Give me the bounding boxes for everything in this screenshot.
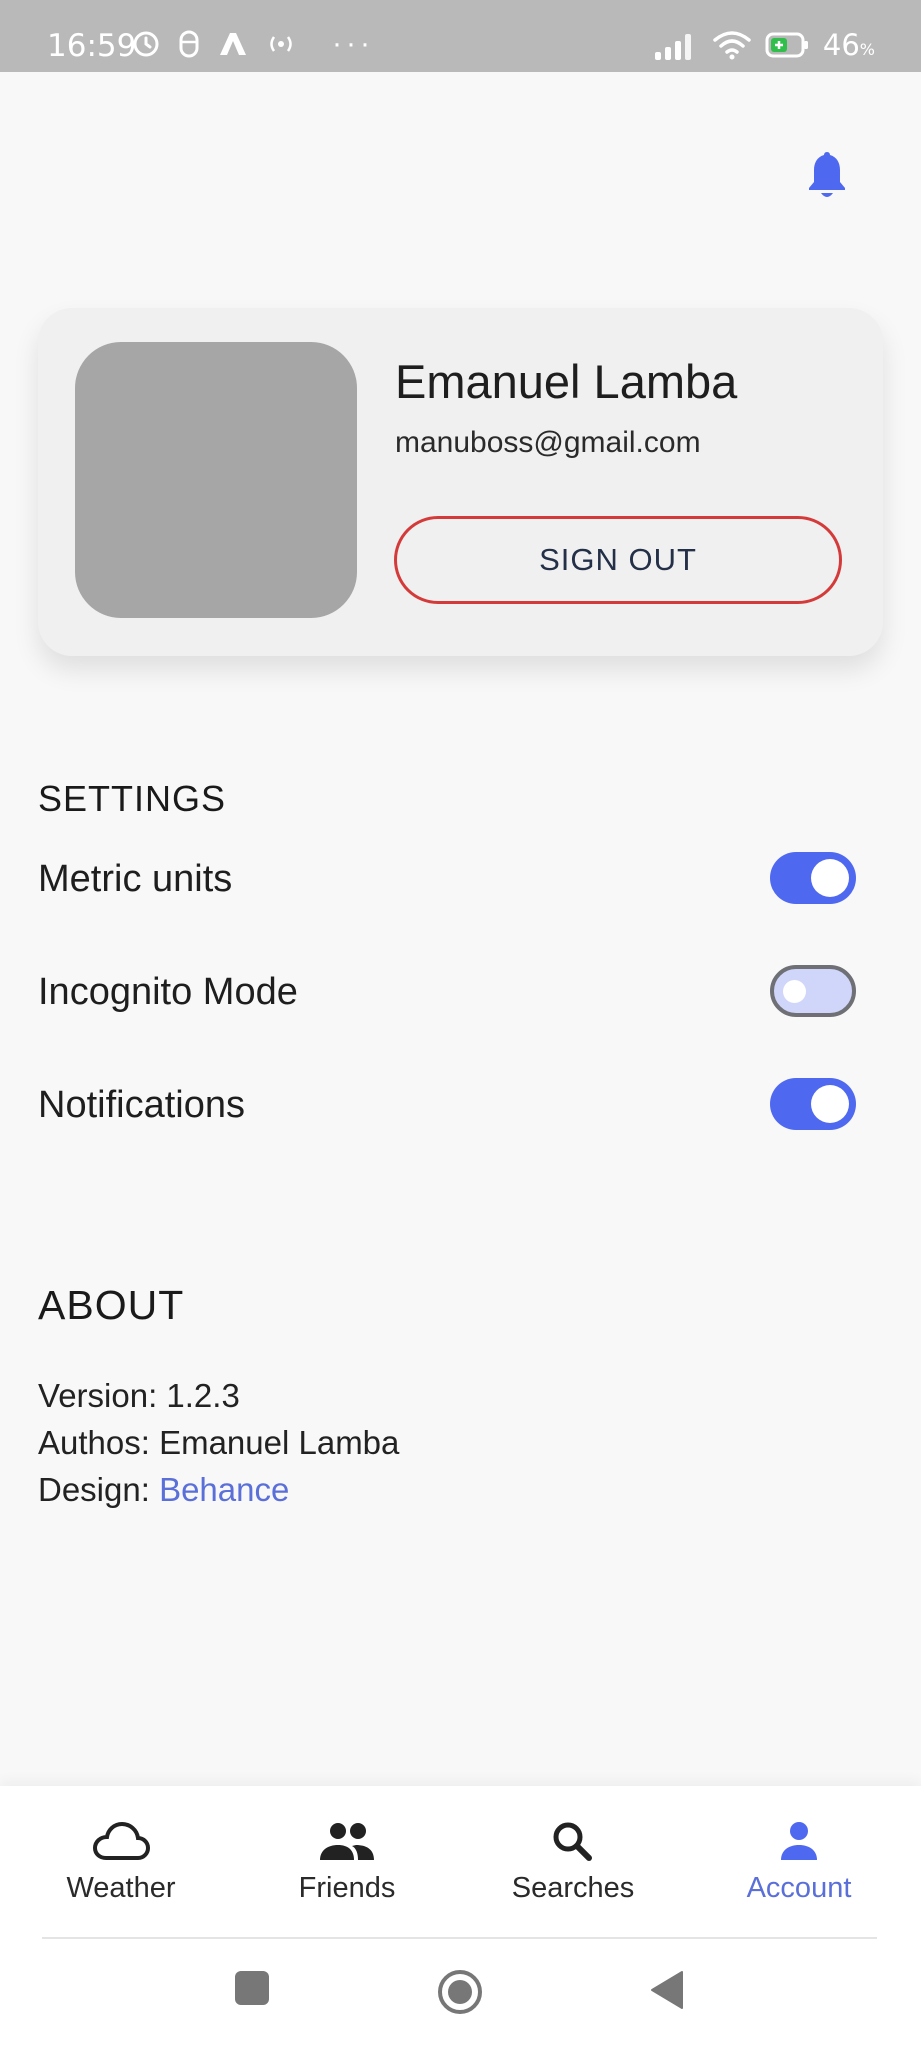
- nav-item-friends[interactable]: Friends: [247, 1820, 447, 1905]
- mouse-icon: [179, 30, 199, 58]
- notifications-toggle[interactable]: [770, 1078, 856, 1130]
- nav-label: Weather: [66, 1872, 176, 1904]
- person-icon: [781, 1822, 817, 1860]
- about-section-title: ABOUT: [38, 1282, 185, 1328]
- nav-label: Searches: [511, 1872, 635, 1904]
- nav-label: Friends: [298, 1872, 396, 1904]
- nav-label: Account: [746, 1872, 852, 1904]
- back-icon[interactable]: [648, 1970, 686, 2010]
- app-logo-icon: [220, 33, 246, 55]
- more-notifications-icon: ···: [332, 27, 374, 60]
- battery-level: 46%: [822, 28, 875, 62]
- incognito-mode-toggle[interactable]: [770, 965, 856, 1017]
- battery-icon: [765, 32, 808, 58]
- setting-row-incognito-mode: Incognito Mode: [38, 963, 856, 1023]
- hotspot-icon: [270, 36, 292, 52]
- about-design-prefix: Design:: [38, 1471, 160, 1508]
- nav-item-weather[interactable]: Weather: [21, 1820, 221, 1905]
- system-navigation-bar: [0, 1940, 921, 2048]
- notifications-bell-icon[interactable]: [805, 150, 849, 200]
- behance-link[interactable]: Behance: [159, 1471, 289, 1508]
- toggle-knob: [811, 1085, 849, 1123]
- status-time: 16:59: [47, 28, 137, 64]
- status-icons-right: 46%: [654, 28, 875, 62]
- toggle-knob: [811, 859, 849, 897]
- setting-label: Incognito Mode: [38, 971, 298, 1013]
- profile-name: Emanuel Lamba: [395, 355, 738, 408]
- bottom-navigation: Weather Friends Searches Account: [0, 1786, 921, 1940]
- setting-row-notifications: Notifications: [38, 1076, 856, 1136]
- signal-icon: [654, 34, 691, 60]
- recent-apps-icon[interactable]: [234, 1970, 270, 2006]
- status-bar: 16:59 ··· 46%: [0, 0, 921, 72]
- wifi-icon: [713, 31, 751, 60]
- nav-divider: [42, 1937, 877, 1939]
- settings-section-title: SETTINGS: [38, 778, 227, 819]
- setting-label: Notifications: [38, 1084, 245, 1126]
- cloud-icon: [92, 1821, 150, 1860]
- setting-row-metric-units: Metric units: [38, 850, 856, 910]
- nav-item-account[interactable]: Account: [699, 1820, 899, 1905]
- about-version: Version: 1.2.3: [38, 1377, 240, 1414]
- status-icons-left: ···: [132, 27, 374, 60]
- search-icon: [553, 1822, 592, 1861]
- home-icon[interactable]: [436, 1968, 484, 2016]
- setting-label: Metric units: [38, 858, 233, 900]
- avatar[interactable]: [75, 342, 357, 618]
- about-authors: Authos: Emanuel Lamba: [38, 1424, 400, 1461]
- metric-units-toggle[interactable]: [770, 852, 856, 904]
- about-design: Design: Behance: [38, 1471, 289, 1509]
- profile-card: Emanuel Lamba manuboss@gmail.com SIGN OU…: [38, 308, 883, 656]
- people-icon: [320, 1823, 374, 1860]
- toggle-knob: [783, 980, 806, 1003]
- sign-out-button[interactable]: SIGN OUT: [394, 516, 842, 604]
- nav-item-searches[interactable]: Searches: [473, 1820, 673, 1905]
- alarm-icon: [133, 31, 159, 57]
- profile-email: manuboss@gmail.com: [395, 426, 701, 459]
